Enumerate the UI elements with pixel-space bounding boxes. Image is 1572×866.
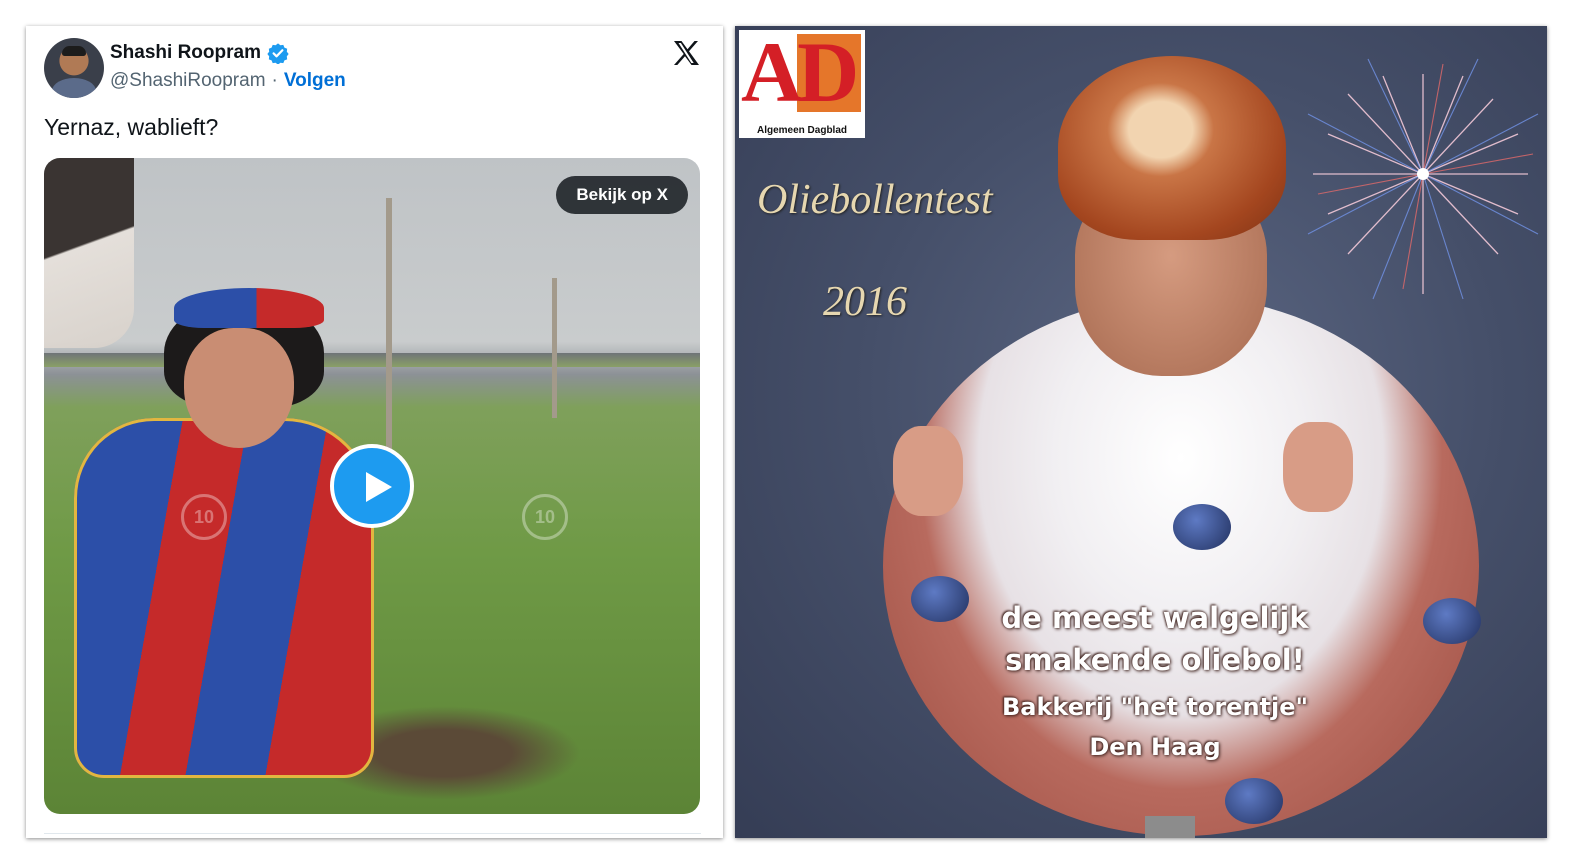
raisin-decoration	[1423, 598, 1481, 644]
caption-line-1: de meest walgelijk	[1001, 601, 1309, 635]
video-cap	[174, 288, 324, 328]
avatar-hair	[62, 46, 86, 56]
video-fence-pole	[552, 278, 557, 418]
ad-logo-tagline: Algemeen Dagblad	[739, 123, 865, 138]
avatar-shirt	[52, 78, 96, 98]
author-name[interactable]: Shashi Roopram	[110, 42, 261, 64]
tweet-divider	[44, 833, 701, 834]
author-handle[interactable]: @ShashiRoopram	[110, 70, 266, 92]
skip-back-label: 10	[193, 506, 215, 527]
handle-row: @ShashiRoopram · Volgen	[110, 70, 346, 92]
author-name-row: Shashi Roopram	[110, 42, 289, 64]
display-stick	[1145, 816, 1195, 838]
play-icon	[366, 472, 392, 502]
tweet-card: Shashi Roopram @ShashiRoopram · Volgen Y…	[26, 26, 723, 838]
skip-forward-label: 10	[534, 506, 556, 527]
left-arm	[893, 426, 963, 516]
tweet-text: Yernaz, wablieft?	[44, 114, 219, 140]
verified-badge-icon	[267, 43, 289, 64]
handle-separator: ·	[271, 70, 278, 91]
firework-graphic	[1307, 58, 1539, 300]
author-avatar[interactable]	[44, 38, 104, 98]
video-person	[64, 288, 394, 778]
play-button[interactable]	[330, 444, 414, 528]
tweet-video[interactable]: Bekijk op X 10 10	[44, 158, 700, 814]
skip-back-button[interactable]: 10	[181, 494, 227, 540]
x-logo-icon[interactable]	[671, 38, 701, 68]
video-costume	[74, 418, 374, 778]
watch-on-x-button[interactable]: Bekijk op X	[556, 176, 688, 214]
contest-year: 2016	[823, 279, 907, 325]
ad-logo: AD Algemeen Dagblad	[739, 26, 865, 138]
oliebol-hat	[1058, 56, 1286, 240]
contest-title: Oliebollentest	[757, 177, 993, 223]
raisin-decoration	[1173, 504, 1231, 550]
right-arm	[1283, 422, 1353, 512]
caption-line-3: Bakkerij "het torentje"	[1001, 693, 1309, 721]
raisin-decoration	[1225, 778, 1283, 824]
follow-button[interactable]: Volgen	[284, 70, 346, 92]
meme-image: AD Algemeen Dagblad Oliebollentest 2016	[735, 26, 1547, 838]
video-face	[184, 328, 294, 448]
caption-line-2: smakende oliebol!	[1005, 643, 1305, 677]
ad-logo-letters: AD	[741, 26, 859, 120]
skip-forward-button[interactable]: 10	[522, 494, 568, 540]
caption-line-4: Den Haag	[1089, 733, 1221, 761]
